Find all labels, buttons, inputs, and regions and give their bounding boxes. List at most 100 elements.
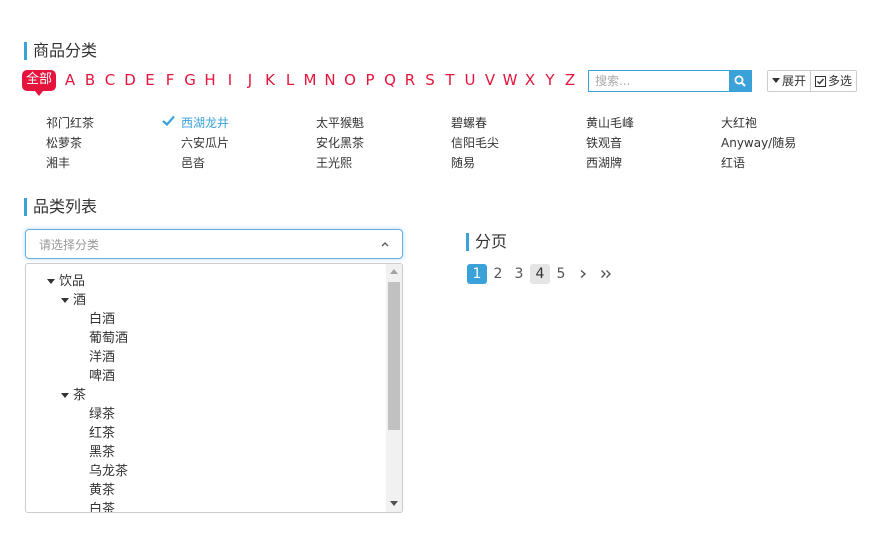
select-placeholder: 请选择分类: [39, 237, 100, 252]
tree-node-leaf[interactable]: 乌龙茶: [26, 462, 386, 481]
letter-m[interactable]: M: [300, 71, 320, 89]
letter-g[interactable]: G: [180, 71, 200, 89]
caret-down-icon[interactable]: [47, 279, 55, 284]
category-item[interactable]: 六安瓜片: [181, 134, 316, 152]
category-label: 信阳毛尖: [451, 136, 500, 150]
expand-label: 展开: [782, 74, 807, 88]
letter-v[interactable]: V: [480, 71, 500, 89]
toolbar-button-group: 展开 多选: [767, 70, 858, 92]
category-select[interactable]: 请选择分类: [25, 229, 403, 259]
category-item[interactable]: 铁观音: [586, 134, 721, 152]
category-label: 西湖牌: [586, 156, 623, 170]
category-label: 六安瓜片: [181, 136, 230, 150]
category-item[interactable]: 太平猴魁: [316, 114, 451, 132]
letter-c[interactable]: C: [100, 71, 120, 89]
search-box: [588, 70, 752, 92]
letter-q[interactable]: Q: [380, 71, 400, 89]
tree-node-leaf[interactable]: 白茶: [26, 500, 386, 512]
letter-w[interactable]: W: [500, 71, 520, 89]
category-item[interactable]: 邑沓: [181, 154, 316, 172]
category-item[interactable]: 信阳毛尖: [451, 134, 586, 152]
search-button[interactable]: [729, 71, 751, 91]
letter-s[interactable]: S: [420, 71, 440, 89]
letter-j[interactable]: J: [240, 71, 260, 89]
letter-d[interactable]: D: [120, 71, 140, 89]
category-item[interactable]: 祁门红茶: [46, 114, 181, 132]
letter-b[interactable]: B: [80, 71, 100, 89]
tree-node-leaf[interactable]: 绿茶: [26, 405, 386, 424]
tree-node-leaf[interactable]: 葡萄酒: [26, 329, 386, 348]
caret-down-icon: [772, 78, 780, 83]
letter-all-button[interactable]: 全部: [22, 69, 57, 96]
letter-y[interactable]: Y: [540, 71, 560, 89]
letter-r[interactable]: R: [400, 71, 420, 89]
letter-h[interactable]: H: [200, 71, 220, 89]
tree-node-group[interactable]: 酒: [26, 291, 386, 310]
caret-down-icon[interactable]: [61, 298, 69, 303]
letter-p[interactable]: P: [360, 71, 380, 89]
tree-node-label: 啤酒: [89, 369, 116, 384]
letter-z[interactable]: Z: [560, 71, 580, 89]
last-page-icon[interactable]: [595, 264, 617, 284]
letter-x[interactable]: X: [520, 71, 540, 89]
category-label: 太平猴魁: [316, 116, 365, 130]
scroll-down-arrow-icon[interactable]: [386, 496, 402, 512]
category-label: 安化黑茶: [316, 136, 365, 150]
letter-u[interactable]: U: [460, 71, 480, 89]
expand-button[interactable]: 展开: [768, 71, 810, 91]
tree-node-label: 白茶: [89, 502, 116, 512]
category-item[interactable]: 王光熙: [316, 154, 451, 172]
tree-node-root[interactable]: 饮品: [26, 272, 386, 291]
tree-node-leaf[interactable]: 黑茶: [26, 443, 386, 462]
tree-node-label: 酒: [73, 293, 87, 308]
letter-i[interactable]: I: [220, 71, 240, 89]
tree-node-leaf[interactable]: 啤酒: [26, 367, 386, 386]
category-item[interactable]: 红语: [721, 154, 856, 172]
tree-node-label: 白酒: [89, 312, 116, 327]
category-item[interactable]: 安化黑茶: [316, 134, 451, 152]
letter-n[interactable]: N: [320, 71, 340, 89]
category-item[interactable]: 西湖牌: [586, 154, 721, 172]
scrollbar-thumb[interactable]: [388, 282, 400, 430]
category-item[interactable]: 大红袍: [721, 114, 856, 132]
tree-node-leaf[interactable]: 黄茶: [26, 481, 386, 500]
category-item[interactable]: Anyway/随易: [721, 134, 856, 152]
page-5-button[interactable]: 5: [551, 264, 571, 284]
page-4-button[interactable]: 4: [530, 264, 550, 284]
scrollbar[interactable]: [386, 264, 402, 512]
checkbox-icon: [815, 75, 827, 87]
tree-node-label: 饮品: [59, 274, 86, 289]
tree-node-label: 绿茶: [89, 407, 116, 422]
category-item[interactable]: 碧螺春: [451, 114, 586, 132]
category-item[interactable]: 松萝茶: [46, 134, 181, 152]
scroll-up-arrow-icon[interactable]: [386, 264, 402, 280]
category-item[interactable]: 湘丰: [46, 154, 181, 172]
multi-select-button[interactable]: 多选: [810, 71, 856, 91]
tree-node-group[interactable]: 茶: [26, 386, 386, 405]
letter-e[interactable]: E: [140, 71, 160, 89]
letter-f[interactable]: F: [160, 71, 180, 89]
caret-down-icon[interactable]: [61, 393, 69, 398]
tree-node-label: 黑茶: [89, 445, 116, 460]
tree-node-leaf[interactable]: 洋酒: [26, 348, 386, 367]
letter-k[interactable]: K: [260, 71, 280, 89]
category-item[interactable]: 随易: [451, 154, 586, 172]
letter-o[interactable]: O: [340, 71, 360, 89]
letter-t[interactable]: T: [440, 71, 460, 89]
tree-node-label: 葡萄酒: [89, 331, 129, 346]
letter-l[interactable]: L: [280, 71, 300, 89]
search-input[interactable]: [589, 71, 729, 91]
tree-node-leaf[interactable]: 红茶: [26, 424, 386, 443]
page-3-button[interactable]: 3: [509, 264, 529, 284]
page-2-button[interactable]: 2: [488, 264, 508, 284]
page-1-button[interactable]: 1: [467, 264, 487, 284]
category-tree: 饮品酒白酒葡萄酒洋酒啤酒茶绿茶红茶黑茶乌龙茶黄茶白茶: [26, 264, 386, 512]
next-page-icon[interactable]: [572, 264, 594, 284]
category-item[interactable]: 黄山毛峰: [586, 114, 721, 132]
tree-node-leaf[interactable]: 白酒: [26, 310, 386, 329]
tree-node-label: 洋酒: [89, 350, 116, 365]
tree-node-label: 乌龙茶: [89, 464, 129, 479]
list-section-title: 品类列表: [24, 198, 97, 216]
category-item-selected[interactable]: 西湖龙井: [162, 114, 316, 132]
letter-a[interactable]: A: [60, 71, 80, 89]
